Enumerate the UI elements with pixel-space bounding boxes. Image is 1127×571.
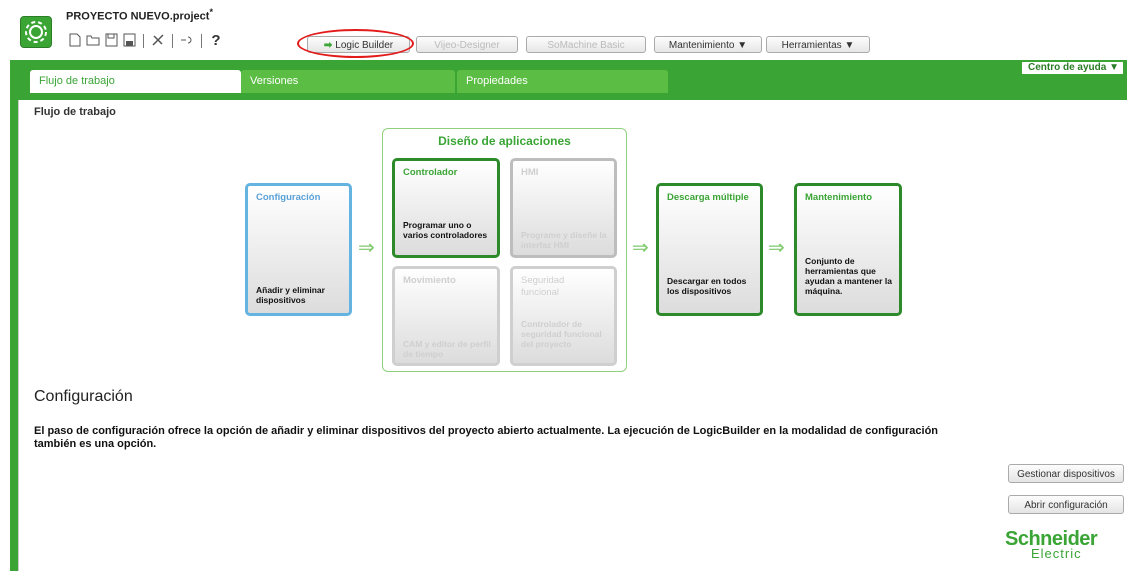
herramientas-menu-button[interactable]: Herramientas ▼: [766, 36, 870, 53]
project-name: PROYECTO NUEVO.project: [66, 10, 210, 23]
card-title: HMI: [521, 167, 539, 178]
new-file-icon[interactable]: [68, 33, 82, 49]
tab-propiedades[interactable]: Propiedades: [457, 70, 668, 93]
seguridad-funcional-card[interactable]: Seguridad funcional Controlador de segur…: [510, 266, 617, 366]
mantenimiento-menu-button[interactable]: Mantenimiento ▼: [654, 36, 762, 53]
card-title: Configuración: [256, 192, 321, 203]
project-title: PROYECTO NUEVO.project*: [66, 7, 213, 23]
quick-toolbar: ?: [68, 33, 223, 49]
gear-app-icon: [20, 16, 52, 48]
movimiento-card[interactable]: Movimiento CAM y editor de perfil de tie…: [392, 266, 500, 366]
step-title: Configuración: [34, 388, 133, 405]
mantenimiento-card[interactable]: Mantenimiento Conjunto de herramientas q…: [794, 183, 902, 316]
card-description: Programar uno o varios controladores: [403, 220, 488, 240]
schneider-logo: Schneider Electric: [1005, 528, 1120, 561]
section-label: Flujo de trabajo: [34, 106, 116, 118]
card-title: Movimiento: [403, 275, 456, 286]
left-rail: [10, 93, 18, 571]
flow-arrow-icon: ⇒: [358, 237, 375, 259]
gestionar-dispositivos-button[interactable]: Gestionar dispositivos: [1008, 464, 1124, 483]
card-title: Controlador: [403, 167, 458, 178]
toolbar-separator: [201, 34, 202, 48]
card-title: Mantenimiento: [805, 192, 873, 203]
tab-versiones[interactable]: Versiones: [241, 70, 455, 93]
card-description: Descargar en todos los dispositivos: [667, 276, 747, 296]
step-description: El paso de configuración ofrece la opció…: [34, 425, 939, 450]
flow-arrow-icon: ⇒: [768, 237, 785, 259]
card-title: Descarga múltiple: [667, 192, 749, 203]
help-icon[interactable]: ?: [209, 33, 223, 49]
card-description: Añadir y eliminar dispositivos: [256, 285, 325, 305]
toolbar-separator: [143, 34, 144, 48]
toolbar-separator: [172, 34, 173, 48]
highlight-circle: [297, 29, 414, 58]
open-folder-icon[interactable]: [86, 33, 100, 49]
configuracion-card[interactable]: Configuración Añadir y eliminar disposit…: [245, 183, 352, 316]
controlador-card[interactable]: Controlador Programar uno o varios contr…: [392, 158, 500, 258]
help-center-link[interactable]: Centro de ayuda ▼: [1021, 62, 1123, 74]
panel-top-border: [18, 93, 1127, 100]
design-group-title: Diseño de aplicaciones: [438, 134, 571, 148]
card-description: Conjunto de herramientas que ayudan a ma…: [805, 256, 892, 296]
card-description: Controlador de seguridad funcional del p…: [521, 319, 602, 349]
card-title: Seguridad funcional: [521, 275, 565, 298]
save-icon[interactable]: [104, 33, 118, 49]
card-description: Programe y diseñe la interfaz HMI: [521, 230, 607, 250]
save-as-icon[interactable]: [122, 33, 136, 49]
logo-line-2: Electric: [1031, 546, 1082, 561]
tab-flujo-de-trabajo[interactable]: Flujo de trabajo: [30, 70, 241, 93]
descarga-multiple-card[interactable]: Descarga múltiple Descargar en todos los…: [656, 183, 763, 316]
vijeo-designer-button[interactable]: Vijeo-Designer: [416, 36, 518, 53]
somachine-basic-button[interactable]: SoMachine Basic: [526, 36, 646, 53]
hmi-card[interactable]: HMI Programe y diseñe la interfaz HMI: [510, 158, 617, 258]
flow-arrow-icon: ⇒: [632, 237, 649, 259]
connect-icon[interactable]: [180, 33, 194, 49]
abrir-configuracion-button[interactable]: Abrir configuración: [1008, 495, 1124, 514]
modified-marker: *: [209, 7, 213, 17]
tools-icon[interactable]: [151, 33, 165, 49]
card-description: CAM y editor de perfil de tiempo: [403, 339, 491, 359]
